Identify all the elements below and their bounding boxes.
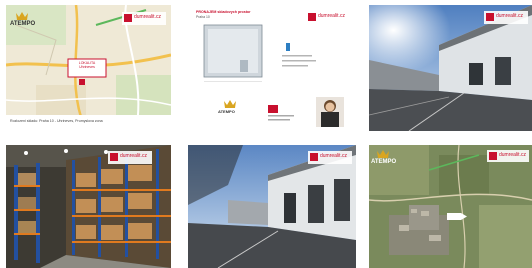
thumbnail-map-overview[interactable]: ATEMPO dumrealit.cz LOKALITA Uhrineves R… [6,5,171,131]
map-pin-line2: Uhrineves [79,65,95,69]
thumbnail-warehouse-exterior-2[interactable]: dumrealit.cz [188,145,356,268]
thumbnail-satellite-map[interactable]: ATEMPO dumrealit.cz [369,145,532,268]
atempo-logo-text: ATEMPO [371,159,397,165]
atempo-logo-text: ATEMPO [218,109,235,114]
thumbnail-warehouse-exterior-1[interactable]: dumrealit.cz [369,5,532,131]
document-title: PRONAJEM skladovych prostor [196,10,251,14]
map-pin-label: LOKALITA Uhrineves [69,61,105,69]
atempo-logo-text: ATEMPO [10,21,36,27]
map-caption: Rozlozeni skladu: Praha 10 - Uhrineves, … [10,119,103,123]
agency-logo-text: dumrealit.cz [318,13,345,19]
thumbnail-floor-plan-document[interactable]: PRONAJEM skladovych prostor Praha 10 dum… [190,5,356,131]
agency-logo-text: dumrealit.cz [120,153,147,159]
agency-logo-text: dumrealit.cz [134,14,161,20]
agency-logo-text: dumrealit.cz [499,152,526,158]
document-subtitle: Praha 10 [196,15,210,19]
agency-logo-text: dumrealit.cz [320,153,347,159]
thumbnail-warehouse-interior-racks[interactable]: dumrealit.cz [6,145,171,268]
photo-gallery: ATEMPO dumrealit.cz LOKALITA Uhrineves R… [0,0,532,268]
agency-logo-text: dumrealit.cz [496,13,523,19]
